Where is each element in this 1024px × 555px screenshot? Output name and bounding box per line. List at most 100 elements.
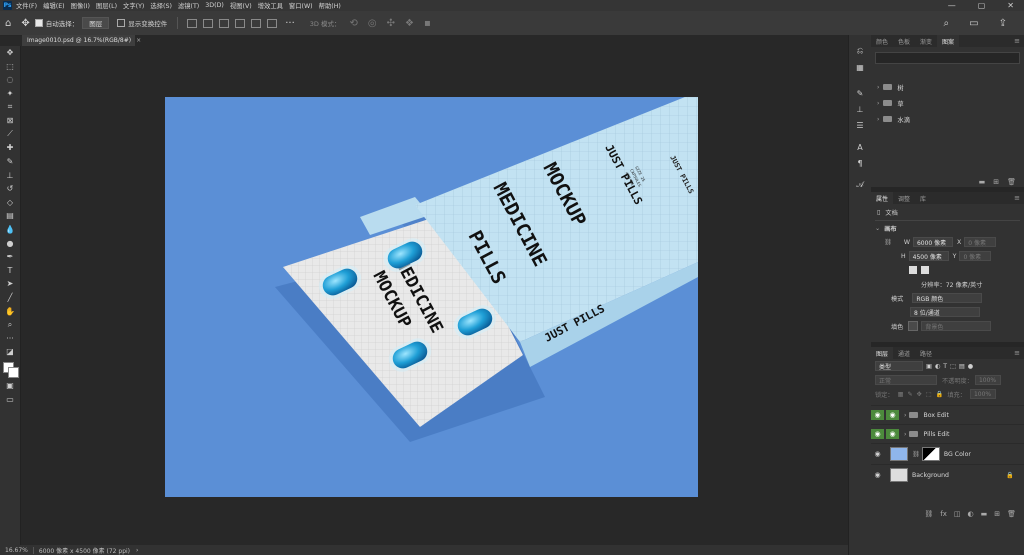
pixel-filter-icon[interactable]: ▣	[926, 363, 932, 370]
canvas-section-header[interactable]: ⌄ 画布	[871, 221, 1024, 235]
new-layer-icon[interactable]: ⊞	[994, 510, 1000, 518]
new-group-icon[interactable]: ▬	[981, 510, 988, 518]
move-icon[interactable]: ✥	[0, 46, 20, 60]
zoom-icon[interactable]: ⌕	[0, 318, 20, 332]
menu-layer[interactable]: 图层(L)	[96, 1, 117, 10]
color-swatches-icon[interactable]	[0, 359, 20, 379]
tab-libraries[interactable]: 库	[915, 192, 931, 204]
tab-patterns[interactable]: 图案	[937, 35, 960, 47]
move-tool-icon[interactable]: ✥	[21, 18, 29, 29]
show-transform-checkbox[interactable]	[117, 19, 126, 27]
visibility-eye-icon[interactable]: ◉	[886, 410, 899, 420]
document-canvas[interactable]: MEDICINE MOCKUP MEDICINE PILLS MOCKUP JU…	[165, 97, 698, 497]
shape-filter-icon[interactable]: ⬚	[950, 363, 956, 370]
menu-edit[interactable]: 编辑(E)	[43, 1, 65, 10]
new-group-icon[interactable]: ▬	[979, 178, 986, 186]
quick-mask-icon[interactable]: ▣	[0, 379, 20, 393]
close-tab-icon[interactable]: ×	[136, 37, 141, 44]
align-middle-icon[interactable]	[251, 18, 262, 28]
menu-view[interactable]: 视图(V)	[230, 1, 252, 10]
path-selection-icon[interactable]: ➤	[0, 277, 20, 291]
tab-properties[interactable]: 属性	[871, 192, 894, 204]
tab-paths[interactable]: 路径	[915, 347, 937, 359]
search-icon[interactable]: ⌕	[944, 18, 950, 29]
menu-select[interactable]: 选择(S)	[150, 1, 172, 10]
align-center-icon[interactable]	[203, 18, 214, 28]
x-field[interactable]: 0 像素	[964, 237, 997, 247]
layer-row-bg-color[interactable]: ◉ ⛓ BG Color	[871, 443, 1024, 464]
new-adjustment-icon[interactable]: ◐	[968, 510, 974, 518]
lock-transparent-icon[interactable]: ▦	[898, 391, 904, 398]
link-layers-icon[interactable]: ⛓	[924, 510, 933, 518]
align-bottom-icon[interactable]	[267, 18, 278, 28]
layer-kind-select[interactable]: 类型	[875, 361, 923, 371]
tab-gradients[interactable]: 渐变	[915, 35, 937, 47]
visibility-eye-icon[interactable]: ◉	[871, 410, 884, 420]
status-arrow[interactable]: ›	[136, 547, 138, 554]
layer-row-background[interactable]: ◉ Background 🔒	[871, 464, 1024, 485]
align-right-icon[interactable]	[219, 18, 230, 28]
lasso-icon[interactable]: ◌	[0, 73, 20, 87]
tab-color[interactable]: 颜色	[871, 35, 893, 47]
3d-rotate-icon[interactable]: ⟲	[350, 18, 358, 29]
paragraph-panel-icon[interactable]: ¶	[849, 155, 871, 171]
panel-menu-icon[interactable]: ≡	[1014, 347, 1024, 359]
fill-select[interactable]: 背景色	[921, 321, 992, 331]
align-top-icon[interactable]	[235, 18, 246, 28]
brushes-panel-icon[interactable]: ✎	[849, 85, 871, 101]
character-panel-icon[interactable]: A	[849, 139, 871, 155]
link-icon[interactable]: ⛓	[884, 238, 892, 246]
menu-filter[interactable]: 滤镜(T)	[178, 1, 199, 10]
menu-file[interactable]: 文件(F)	[16, 1, 37, 10]
y-field[interactable]: 0 像素	[959, 251, 992, 261]
3d-pan-icon[interactable]: ✣	[387, 18, 395, 29]
smart-filter-icon[interactable]: ▤	[959, 363, 965, 370]
layer-row-pills-edit[interactable]: ◉ ◉ › Pills Edit	[871, 424, 1024, 443]
dodge-icon[interactable]: ●	[0, 236, 20, 250]
adjustments-icon[interactable]: ☰	[849, 117, 871, 133]
new-pattern-icon[interactable]: ⊞	[993, 178, 999, 186]
more-options-icon[interactable]: ···	[285, 18, 295, 29]
magic-wand-icon[interactable]: ✦	[0, 87, 20, 101]
zoom-level[interactable]: 16.67%	[0, 546, 34, 554]
frame-icon[interactable]: ⊠	[0, 114, 20, 128]
auto-select-dropdown[interactable]: 图层	[82, 17, 110, 29]
3d-slide-icon[interactable]: ❖	[405, 18, 414, 29]
close-window-button[interactable]: ✕	[1007, 1, 1014, 10]
minimize-button[interactable]: —	[948, 1, 956, 10]
gradient-icon[interactable]: ▤	[0, 209, 20, 223]
align-left-icon[interactable]	[187, 18, 198, 28]
hand-icon[interactable]: ✋	[0, 304, 20, 318]
workspace-icon[interactable]: ▭	[969, 18, 978, 29]
fill-percent-field[interactable]: 100%	[969, 389, 996, 399]
adjustment-filter-icon[interactable]: ◐	[935, 363, 940, 370]
filter-toggle-icon[interactable]: ●	[968, 363, 973, 370]
history-brush-icon[interactable]: ↺	[0, 182, 20, 196]
delete-layer-icon[interactable]: 🗑	[1007, 510, 1016, 518]
eraser-icon[interactable]: ◇	[0, 196, 20, 210]
screen-mode-icon[interactable]: ▭	[0, 392, 20, 406]
panel-menu-icon[interactable]: ≡	[1014, 35, 1024, 47]
lock-all-icon[interactable]: 🔒	[936, 390, 944, 398]
panel-menu-icon[interactable]: ≡	[1014, 192, 1024, 204]
lock-position-icon[interactable]: ✥	[917, 391, 922, 398]
fill-swatch[interactable]	[908, 321, 919, 331]
share-icon[interactable]: ⇪	[999, 18, 1007, 29]
eyedropper-icon[interactable]: ⟋	[0, 128, 20, 142]
tab-layers[interactable]: 图层	[871, 347, 894, 359]
visibility-eye-icon[interactable]: ◉	[871, 429, 884, 439]
photoshop-logo[interactable]: Ps	[3, 1, 12, 10]
blend-mode-select[interactable]: 正常	[875, 375, 937, 385]
pattern-group-grass[interactable]: › 草	[871, 95, 1024, 111]
mode-select[interactable]: RGB 颜色	[912, 293, 983, 303]
brush-settings-icon[interactable]: ▦	[849, 59, 871, 75]
opacity-field[interactable]: 100%	[974, 375, 1001, 385]
pattern-group-trees[interactable]: › 树	[871, 79, 1024, 95]
fx-icon[interactable]: fx	[940, 510, 947, 518]
chevron-right-icon[interactable]: ›	[877, 116, 879, 123]
maximize-button[interactable]: ▢	[978, 1, 986, 10]
layer-mask-thumbnail[interactable]	[921, 447, 940, 461]
pattern-search-input[interactable]	[875, 52, 1020, 64]
width-field[interactable]: 6000 像素	[912, 237, 953, 247]
tab-adjustments[interactable]: 调整	[893, 192, 915, 204]
